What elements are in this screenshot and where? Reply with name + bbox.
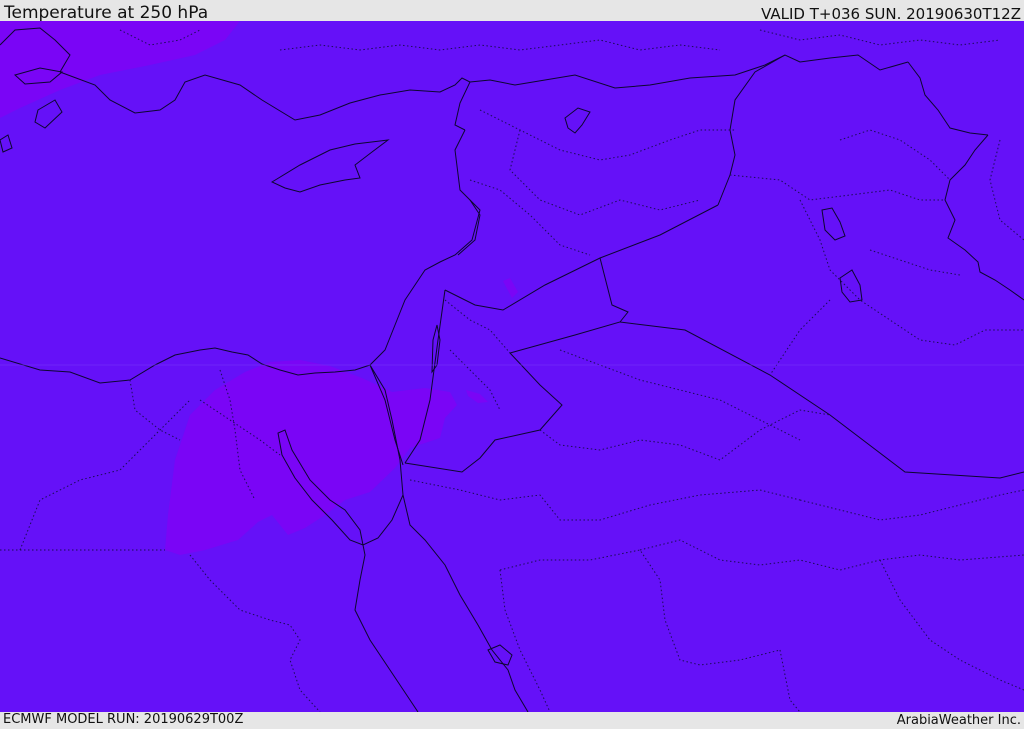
map-figure: Temperature at 250 hPa VALID T+036 SUN. …: [0, 0, 1024, 729]
map-canvas: [0, 21, 1024, 712]
model-run-label: ECMWF MODEL RUN: 20190629T00Z: [3, 712, 244, 727]
header-bar: Temperature at 250 hPa VALID T+036 SUN. …: [0, 0, 1024, 23]
footer-bar: ECMWF MODEL RUN: 20190629T00Z ArabiaWeat…: [0, 712, 1024, 729]
map-title: Temperature at 250 hPa: [4, 3, 209, 23]
credit-label: ArabiaWeather Inc.: [896, 713, 1021, 728]
temperature-field: [0, 21, 1024, 712]
